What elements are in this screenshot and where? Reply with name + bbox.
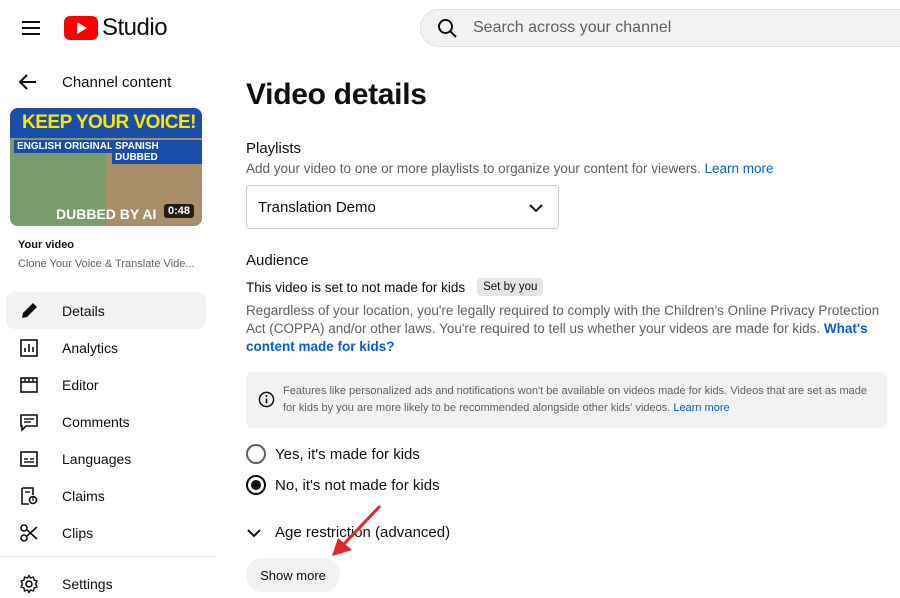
youtube-logo-icon xyxy=(64,16,98,40)
audience-description: Regardless of your location, you're lega… xyxy=(246,302,886,356)
sidebar-item-settings[interactable]: Settings xyxy=(6,565,206,598)
pencil-icon xyxy=(18,300,40,322)
audience-description-text: Regardless of your location, you're lega… xyxy=(246,303,880,336)
sidebar-item-editor[interactable]: Editor xyxy=(6,366,206,403)
sidebar-item-comments[interactable]: Comments xyxy=(6,403,206,440)
sidebar-item-label: Claims xyxy=(62,487,105,504)
made-for-kids-no-option[interactable]: No, it's not made for kids xyxy=(246,475,440,495)
playlists-description-text: Add your video to one or more playlists … xyxy=(246,161,701,176)
sidebar-item-details[interactable]: Details xyxy=(6,292,206,329)
youtube-studio-logo[interactable]: Studio xyxy=(64,13,168,43)
search-bar[interactable] xyxy=(420,9,900,47)
video-duration: 0:48 xyxy=(163,204,194,218)
sidebar-item-label: Editor xyxy=(62,376,99,393)
sidebar-item-label: Details xyxy=(62,302,105,319)
radio-yes-label: Yes, it's made for kids xyxy=(275,445,420,463)
thumbnail-title: KEEP YOUR VOICE! xyxy=(22,112,196,133)
sidebar-item-label: Analytics xyxy=(62,339,119,356)
radio-yes[interactable] xyxy=(246,444,266,464)
kids-info-text: Features like personalized ads and notif… xyxy=(283,383,875,417)
sidebar-item-label: Settings xyxy=(62,575,113,592)
video-title[interactable]: Clone Your Voice & Translate Vide... xyxy=(18,258,198,270)
audience-status: This video is set to not made for kids S… xyxy=(246,278,544,296)
annotation-arrow-icon xyxy=(332,504,382,556)
scissors-icon xyxy=(18,522,40,544)
video-thumbnail[interactable]: KEEP YOUR VOICE! ENGLISH ORIGINAL SPANIS… xyxy=(10,108,202,226)
menu-icon[interactable] xyxy=(20,17,42,39)
audience-status-text: This video is set to not made for kids xyxy=(246,279,466,295)
set-by-you-badge: Set by you xyxy=(477,278,544,296)
back-to-channel-content[interactable]: Channel content xyxy=(18,72,171,92)
thumbnail-left-label: ENGLISH ORIGINAL xyxy=(14,140,117,153)
thumbnail-right-label: SPANISH DUBBED xyxy=(112,140,202,164)
sidebar-item-label: Comments xyxy=(62,413,130,430)
playlist-selected-value: Translation Demo xyxy=(258,198,376,216)
search-icon[interactable] xyxy=(437,18,457,38)
claims-icon xyxy=(18,485,40,507)
sidebar: Channel content KEEP YOUR VOICE! ENGLISH… xyxy=(0,56,216,598)
back-arrow-icon[interactable] xyxy=(18,72,38,92)
sidebar-settings: Settings xyxy=(6,565,206,598)
editor-icon xyxy=(18,374,40,396)
languages-icon xyxy=(18,448,40,470)
sidebar-item-label: Languages xyxy=(62,450,132,467)
playlists-heading: Playlists xyxy=(246,140,302,157)
sidebar-item-languages[interactable]: Languages xyxy=(6,440,206,477)
sidebar-divider xyxy=(0,556,216,557)
logo-text: Studio xyxy=(102,14,168,41)
your-video-label: Your video xyxy=(18,239,75,251)
back-label: Channel content xyxy=(62,73,172,91)
analytics-icon xyxy=(18,337,40,359)
page-title: Video details xyxy=(246,78,427,111)
audience-heading: Audience xyxy=(246,252,309,269)
sidebar-nav: Details Analytics Editor Comments Langua… xyxy=(6,292,206,551)
info-icon xyxy=(258,391,275,408)
sidebar-item-label: Clips xyxy=(62,524,94,541)
sidebar-item-claims[interactable]: Claims xyxy=(6,477,206,514)
sidebar-item-analytics[interactable]: Analytics xyxy=(6,329,206,366)
search-input[interactable] xyxy=(473,19,873,37)
radio-no-label: No, it's not made for kids xyxy=(275,476,440,494)
made-for-kids-yes-option[interactable]: Yes, it's made for kids xyxy=(246,444,420,464)
gear-icon xyxy=(18,573,40,595)
playlists-description: Add your video to one or more playlists … xyxy=(246,160,900,178)
kids-info-message: Features like personalized ads and notif… xyxy=(283,385,868,414)
comments-icon xyxy=(18,411,40,433)
radio-no[interactable] xyxy=(246,475,266,495)
playlists-learn-more-link[interactable]: Learn more xyxy=(705,161,774,176)
kids-info-box: Features like personalized ads and notif… xyxy=(246,372,887,428)
top-bar: Studio xyxy=(0,0,900,56)
kids-info-learn-more-link[interactable]: Learn more xyxy=(673,402,729,414)
chevron-down-icon xyxy=(247,528,261,537)
playlist-dropdown[interactable]: Translation Demo xyxy=(246,185,559,229)
thumbnail-bottom-text: DUBBED BY AI xyxy=(56,206,157,222)
chevron-down-icon xyxy=(529,204,543,213)
sidebar-item-clips[interactable]: Clips xyxy=(6,514,206,551)
